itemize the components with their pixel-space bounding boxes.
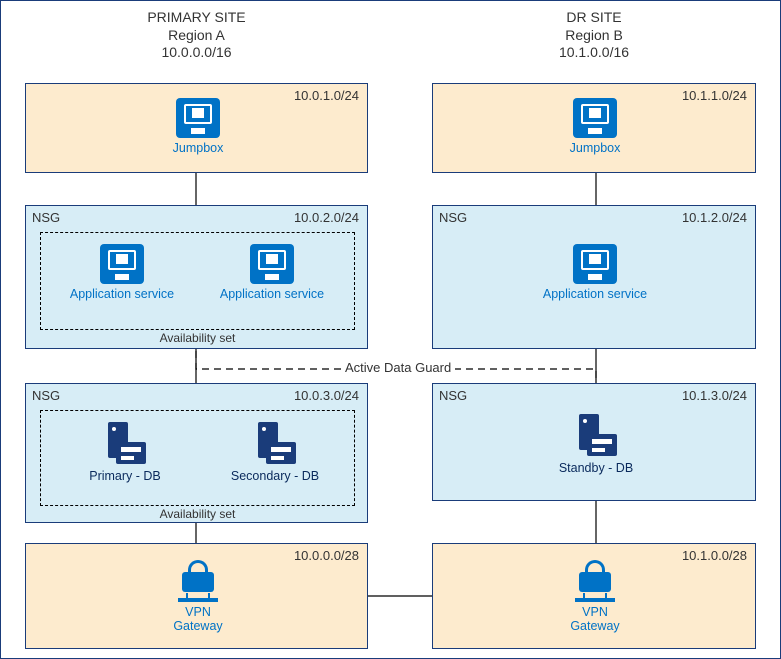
primary-app-node-1: Application service <box>62 244 182 301</box>
dr-app-cidr: 10.1.2.0/24 <box>682 210 747 225</box>
vm-icon <box>573 98 617 138</box>
primary-vpn-cidr: 10.0.0.0/28 <box>294 548 359 563</box>
primary-app-nsg: NSG <box>32 210 60 225</box>
dr-app-label: Application service <box>533 287 657 301</box>
dr-db-nsg: NSG <box>439 388 467 403</box>
primary-db-node-2: Secondary - DB <box>220 422 330 483</box>
dr-db-label: Standby - DB <box>541 461 651 475</box>
vpn-gateway-icon <box>178 560 218 602</box>
dr-region: Region B <box>432 27 756 45</box>
dr-jumpbox-label: Jumpbox <box>545 141 645 155</box>
primary-app-label-1: Application service <box>62 287 182 301</box>
dr-app-nsg: NSG <box>439 210 467 225</box>
primary-header: PRIMARY SITE Region A 10.0.0.0/16 <box>25 9 368 62</box>
primary-db-nsg: NSG <box>32 388 60 403</box>
dr-jumpbox-node: Jumpbox <box>545 98 645 155</box>
db-server-icon <box>252 422 298 466</box>
primary-db-node-1: Primary - DB <box>70 422 180 483</box>
dr-vpn-label-1: VPN <box>545 605 645 619</box>
primary-vpn-subnet: 10.0.0.0/28 VPN Gateway <box>25 543 368 649</box>
diagram-canvas: PRIMARY SITE Region A 10.0.0.0/16 DR SIT… <box>0 0 781 659</box>
primary-app-node-2: Application service <box>212 244 332 301</box>
primary-region: Region A <box>25 27 368 45</box>
primary-jumpbox-label: Jumpbox <box>148 141 248 155</box>
primary-db-subnet: NSG 10.0.3.0/24 Primary - DB Secondary -… <box>25 383 368 523</box>
dr-cidr: 10.1.0.0/16 <box>432 44 756 62</box>
primary-db-label-1: Primary - DB <box>70 469 180 483</box>
dr-app-subnet: NSG 10.1.2.0/24 Application service <box>432 205 756 349</box>
vm-icon <box>250 244 294 284</box>
dr-db-subnet: NSG 10.1.3.0/24 Standby - DB <box>432 383 756 501</box>
dr-jumpbox-subnet: 10.1.1.0/24 Jumpbox <box>432 83 756 173</box>
dr-title: DR SITE <box>432 9 756 27</box>
active-data-guard-label: Active Data Guard <box>341 360 455 375</box>
primary-app-label-2: Application service <box>212 287 332 301</box>
dr-vpn-node: VPN Gateway <box>545 560 645 634</box>
primary-vpn-label-1: VPN <box>148 605 248 619</box>
primary-jumpbox-subnet: 10.0.1.0/24 Jumpbox <box>25 83 368 173</box>
dr-db-cidr: 10.1.3.0/24 <box>682 388 747 403</box>
vm-icon <box>176 98 220 138</box>
dr-vpn-cidr: 10.1.0.0/28 <box>682 548 747 563</box>
dr-app-node: Application service <box>533 244 657 301</box>
dr-jumpbox-cidr: 10.1.1.0/24 <box>682 88 747 103</box>
dr-db-node: Standby - DB <box>541 414 651 475</box>
db-server-icon <box>573 414 619 458</box>
primary-db-avset-label: Availability set <box>40 507 355 521</box>
vpn-gateway-icon <box>575 560 615 602</box>
primary-jumpbox-cidr: 10.0.1.0/24 <box>294 88 359 103</box>
primary-app-cidr: 10.0.2.0/24 <box>294 210 359 225</box>
primary-app-avset-label: Availability set <box>40 331 355 345</box>
primary-jumpbox-node: Jumpbox <box>148 98 248 155</box>
primary-cidr: 10.0.0.0/16 <box>25 44 368 62</box>
primary-db-cidr: 10.0.3.0/24 <box>294 388 359 403</box>
dr-header: DR SITE Region B 10.1.0.0/16 <box>432 9 756 62</box>
primary-app-subnet: NSG 10.0.2.0/24 Application service Appl… <box>25 205 368 349</box>
primary-vpn-node: VPN Gateway <box>148 560 248 634</box>
vm-icon <box>573 244 617 284</box>
dr-vpn-label-2: Gateway <box>545 619 645 633</box>
primary-vpn-label-2: Gateway <box>148 619 248 633</box>
vm-icon <box>100 244 144 284</box>
dr-vpn-subnet: 10.1.0.0/28 VPN Gateway <box>432 543 756 649</box>
db-server-icon <box>102 422 148 466</box>
primary-title: PRIMARY SITE <box>25 9 368 27</box>
primary-db-label-2: Secondary - DB <box>220 469 330 483</box>
